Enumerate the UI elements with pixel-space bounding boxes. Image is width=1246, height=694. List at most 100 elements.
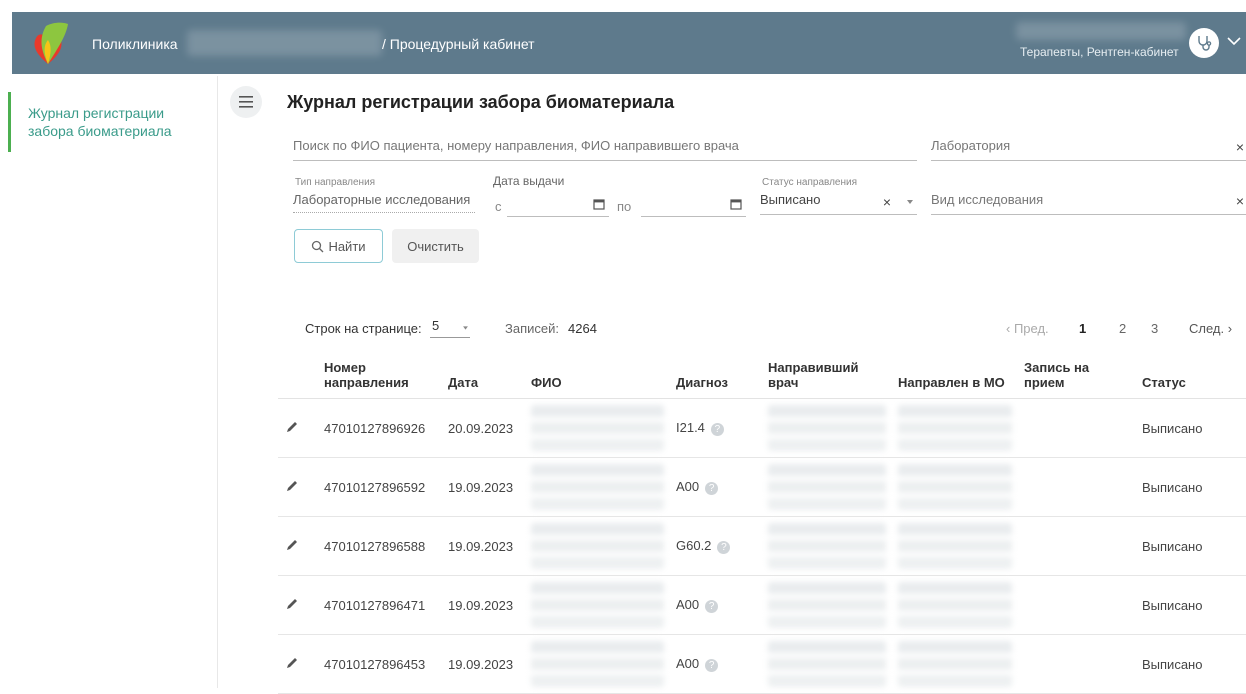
pencil-icon[interactable]	[284, 596, 300, 612]
pencil-icon[interactable]	[284, 419, 300, 435]
cell-status: Выписано	[1136, 575, 1246, 635]
date-from-label: с	[495, 199, 502, 214]
clear-button[interactable]: Очистить	[392, 229, 479, 263]
cell-status: Выписано	[1136, 634, 1246, 694]
search-input[interactable]: Поиск по ФИО пациента, номеру направлени…	[293, 137, 917, 161]
records-label: Записей:	[505, 321, 559, 336]
cell-appointment	[1018, 575, 1136, 635]
table-row[interactable]: 47010127896453 19.09.2023 A00? Выписано	[278, 634, 1246, 694]
find-button-label: Найти	[328, 238, 366, 254]
pagination-next[interactable]: След. ›	[1189, 321, 1232, 336]
header: Поликлиника / Процедурный кабинет Терапе…	[12, 12, 1246, 74]
mo-blurred	[898, 523, 1012, 569]
rows-per-page-value: 5	[432, 318, 440, 333]
cell-referred-to-mo	[892, 575, 1018, 635]
table-row[interactable]: 47010127896926 20.09.2023 I21.4? Выписано	[278, 398, 1246, 458]
cell-appointment	[1018, 516, 1136, 576]
column-header-status[interactable]: Статус	[1136, 356, 1246, 399]
cell-referred-to-mo	[892, 398, 1018, 458]
sidebar-item-biomaterial-journal[interactable]: Журнал регистрации забора биоматериала	[8, 92, 208, 152]
calendar-icon[interactable]	[593, 198, 605, 210]
edit-cell	[278, 575, 318, 635]
user-role: Терапевты, Рентген-кабинет	[1020, 45, 1179, 59]
pagination-page-3[interactable]: 3	[1151, 321, 1158, 336]
search-icon	[312, 240, 324, 252]
column-header-fio[interactable]: ФИО	[525, 356, 670, 399]
direction-type-value: Лабораторные исследования	[293, 192, 471, 207]
issue-date-label: Дата выдачи	[493, 174, 565, 188]
cell-number: 47010127896471	[318, 575, 442, 635]
study-type-select[interactable]: Вид исследования ×	[931, 191, 1246, 215]
referrals-table: Номер направления Дата ФИО Диагноз Напра…	[278, 356, 1246, 694]
clear-laboratory-icon[interactable]: ×	[1236, 139, 1244, 155]
help-icon[interactable]: ?	[705, 481, 719, 495]
clear-study-type-icon[interactable]: ×	[1236, 193, 1244, 209]
mo-blurred	[898, 582, 1012, 628]
sidebar: Журнал регистрации забора биоматериала	[8, 76, 218, 688]
cell-referred-to-mo	[892, 634, 1018, 694]
date-from-input[interactable]	[507, 195, 609, 217]
cell-referring-doctor	[762, 457, 892, 517]
pencil-icon[interactable]	[284, 655, 300, 671]
cell-fio	[525, 575, 670, 635]
pagination-prev[interactable]: ‹ Пред.	[1006, 321, 1049, 336]
date-to-input[interactable]	[641, 195, 746, 217]
cell-number: 47010127896592	[318, 457, 442, 517]
cell-diagnosis: A00?	[670, 575, 762, 635]
table-row[interactable]: 47010127896592 19.09.2023 A00? Выписано	[278, 457, 1246, 517]
study-type-placeholder: Вид исследования	[931, 192, 1044, 207]
cell-referring-doctor	[762, 634, 892, 694]
diagnosis-code: G60.2	[676, 538, 712, 554]
avatar[interactable]	[1189, 28, 1219, 58]
laboratory-select[interactable]: Лаборатория ×	[931, 137, 1246, 161]
rows-per-page-select[interactable]: 5	[430, 318, 470, 338]
hamburger-icon	[239, 96, 253, 108]
pencil-icon[interactable]	[284, 478, 300, 494]
help-icon[interactable]: ?	[710, 422, 724, 436]
chevron-down-icon	[463, 326, 468, 330]
help-icon[interactable]: ?	[705, 658, 719, 672]
cell-diagnosis: A00?	[670, 457, 762, 517]
cell-referred-to-mo	[892, 516, 1018, 576]
direction-type-select[interactable]: Лабораторные исследования	[293, 191, 475, 213]
cell-fio	[525, 457, 670, 517]
doctor-blurred	[768, 464, 886, 510]
calendar-icon[interactable]	[730, 198, 742, 210]
column-header-referred-to-mo[interactable]: Направлен в МО	[892, 356, 1018, 399]
fio-blurred	[531, 641, 664, 687]
column-header-appointment[interactable]: Запись на прием	[1018, 356, 1136, 399]
pencil-icon[interactable]	[284, 537, 300, 553]
app-name[interactable]: Поликлиника	[92, 36, 178, 52]
section-name: / Процедурный кабинет	[382, 36, 535, 52]
column-header-diagnosis[interactable]: Диагноз	[670, 356, 762, 399]
doctor-blurred	[768, 582, 886, 628]
search-placeholder: Поиск по ФИО пациента, номеру направлени…	[293, 138, 739, 153]
chevron-down-icon[interactable]	[905, 197, 915, 207]
records-count: 4264	[568, 321, 597, 336]
column-header-number[interactable]: Номер направления	[318, 356, 442, 399]
pagination-page-1[interactable]: 1	[1079, 321, 1086, 336]
column-header-date[interactable]: Дата	[442, 356, 525, 399]
chevron-down-icon[interactable]	[1225, 32, 1243, 50]
diagnosis-code: A00	[676, 479, 700, 495]
cell-referring-doctor	[762, 516, 892, 576]
cell-diagnosis: I21.4?	[670, 398, 762, 458]
rows-per-page-label: Строк на странице:	[305, 321, 422, 336]
column-header-edit	[278, 356, 318, 399]
help-icon[interactable]: ?	[705, 599, 719, 613]
help-icon[interactable]: ?	[717, 540, 731, 554]
table-row[interactable]: 47010127896471 19.09.2023 A00? Выписано	[278, 575, 1246, 635]
doctor-blurred	[768, 641, 886, 687]
pagination-page-2[interactable]: 2	[1119, 321, 1126, 336]
direction-type-label: Тип направления	[295, 177, 376, 188]
clinic-logo-icon	[34, 22, 68, 64]
column-header-referring-doctor[interactable]: Направивший врач	[762, 356, 892, 399]
diagnosis-code: I21.4	[676, 420, 705, 436]
table-row[interactable]: 47010127896588 19.09.2023 G60.2? Выписано	[278, 516, 1246, 576]
menu-toggle-button[interactable]	[230, 86, 262, 118]
find-button[interactable]: Найти	[294, 229, 383, 263]
cell-fio	[525, 516, 670, 576]
status-select[interactable]: Выписано ×	[760, 191, 917, 215]
diagnosis-code: A00	[676, 656, 700, 672]
clear-status-icon[interactable]: ×	[883, 194, 891, 210]
